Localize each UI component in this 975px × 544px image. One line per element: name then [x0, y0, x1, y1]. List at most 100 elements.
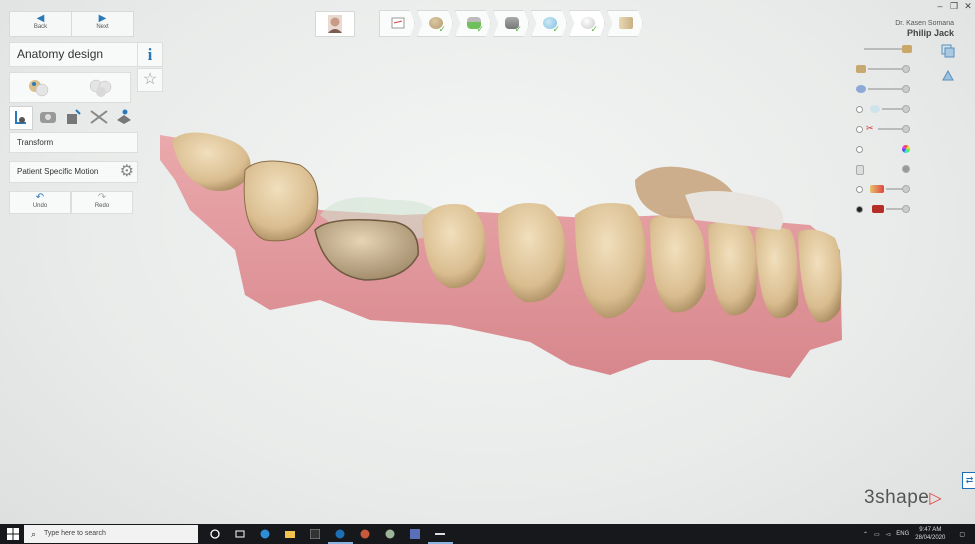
- slider-cutter[interactable]: ✂: [856, 123, 912, 134]
- windows-taskbar: ⌕ Type here to search ⌃ ▭ ◅ ENG 9:47 AM …: [0, 524, 975, 544]
- back-label: Back: [33, 24, 48, 30]
- psm-label: Patient Specific Motion: [17, 167, 99, 176]
- restore-button[interactable]: ❐: [947, 0, 961, 12]
- slider-scan[interactable]: [856, 84, 912, 94]
- favorite-star-icon[interactable]: ☆: [137, 68, 163, 92]
- redo-label: Redo: [94, 203, 110, 209]
- radio-button[interactable]: [856, 106, 863, 113]
- folder-icon: [285, 531, 295, 538]
- slider-die[interactable]: [856, 64, 912, 74]
- info-button[interactable]: i: [137, 42, 163, 67]
- restoration-icon: [870, 185, 884, 193]
- transform-tool[interactable]: [9, 106, 33, 130]
- gear-icon[interactable]: ⚙: [120, 164, 134, 180]
- slider-gingiva[interactable]: [856, 164, 912, 175]
- 3shape-taskbar-icon: [435, 533, 445, 535]
- connector-tool[interactable]: [88, 106, 110, 128]
- multi-crown-tool-icon[interactable]: [88, 78, 114, 98]
- slider-knob[interactable]: [902, 165, 910, 173]
- slider-knob[interactable]: [902, 125, 910, 133]
- redo-button[interactable]: ↷ Redo: [71, 191, 133, 214]
- check-icon: ✓: [438, 24, 446, 34]
- doctor-name: Dr. Kasen Somana: [895, 20, 954, 27]
- output-icon: [619, 17, 633, 29]
- preop-icon: [870, 105, 880, 113]
- app-blue-icon: [410, 529, 420, 539]
- sculpt-tool[interactable]: [37, 106, 59, 128]
- arrow-left-icon: ◀: [36, 13, 45, 24]
- check-icon: ✓: [552, 24, 560, 34]
- network-icon[interactable]: ▭: [874, 531, 880, 538]
- volume-icon[interactable]: ◅: [886, 531, 891, 538]
- slider-knob[interactable]: [902, 205, 910, 213]
- task-view-button[interactable]: [228, 524, 253, 544]
- system-tray: ⌃ ▭ ◅ ENG 9:47 AM 28/04/2020 ▢: [863, 524, 971, 544]
- single-crown-tool-icon[interactable]: [26, 78, 52, 98]
- undo-button[interactable]: ↶ Undo: [9, 191, 71, 214]
- clock-date: 28/04/2020: [915, 535, 946, 541]
- next-button[interactable]: ▶ Next: [71, 11, 134, 37]
- sculpt-icon: [39, 112, 56, 123]
- task-view-icon: [235, 530, 245, 538]
- notification-icon[interactable]: ▢: [959, 531, 965, 538]
- app-9[interactable]: [403, 524, 428, 544]
- step-preparation[interactable]: ✓: [417, 10, 453, 37]
- slider-preop[interactable]: [856, 104, 912, 114]
- cortana-button[interactable]: [203, 524, 228, 544]
- tool-row: [9, 106, 135, 131]
- slider-knob[interactable]: [902, 185, 910, 193]
- explorer-app[interactable]: [278, 524, 303, 544]
- slider-crown[interactable]: [856, 204, 912, 214]
- step-insertion-direction[interactable]: ✓: [493, 10, 529, 37]
- patient-avatar-button[interactable]: [315, 11, 355, 37]
- smooth-icon: [117, 109, 131, 124]
- transform-label[interactable]: Transform: [9, 132, 138, 153]
- edge-app[interactable]: [253, 524, 278, 544]
- brand-logo-text: 3shape: [864, 487, 930, 508]
- app-7[interactable]: [353, 524, 378, 544]
- redo-icon: ↷: [97, 192, 107, 203]
- patient-specific-motion-bar[interactable]: Patient Specific Motion ⚙: [9, 161, 138, 183]
- color-wheel-icon[interactable]: [902, 145, 910, 153]
- next-label: Next: [96, 24, 109, 30]
- step-die-settings[interactable]: ✓: [531, 10, 567, 37]
- crown-icon: [872, 205, 884, 213]
- chevron-up-icon[interactable]: ⌃: [863, 531, 868, 538]
- app-grid-icon: [310, 529, 320, 539]
- step-margin-line[interactable]: ✓: [455, 10, 491, 37]
- slider-knob[interactable]: [902, 105, 910, 113]
- smooth-tool[interactable]: [113, 106, 135, 128]
- 3shape-app[interactable]: [428, 524, 453, 544]
- antagonist-icon: [902, 45, 912, 53]
- step-order-form[interactable]: [379, 10, 415, 37]
- scan-view-icon[interactable]: [941, 68, 955, 82]
- copy-view-icon[interactable]: [941, 44, 955, 58]
- patient-face-icon: [328, 15, 342, 33]
- windows-start-icon[interactable]: [7, 528, 19, 540]
- app-5[interactable]: [303, 524, 328, 544]
- app-8[interactable]: [378, 524, 403, 544]
- scan-icon: [856, 85, 866, 93]
- clock[interactable]: 9:47 AM 28/04/2020: [915, 526, 945, 542]
- taskbar-search-input[interactable]: ⌕ Type here to search: [24, 525, 198, 543]
- dental-3d-viewport[interactable]: [150, 120, 860, 390]
- teamviewer-taskbar-icon: [335, 529, 345, 539]
- step-output[interactable]: [607, 10, 643, 37]
- slider-restoration[interactable]: [856, 184, 912, 194]
- slider-antagonist[interactable]: [856, 44, 912, 54]
- slider-knob[interactable]: [902, 85, 910, 93]
- minimize-button[interactable]: –: [933, 0, 947, 12]
- morph-tool[interactable]: [62, 106, 84, 128]
- language-indicator[interactable]: ENG: [896, 531, 909, 537]
- teamviewer-app[interactable]: [328, 524, 353, 544]
- close-button[interactable]: ✕: [961, 0, 975, 12]
- step-anatomy-design[interactable]: ✓: [569, 10, 605, 37]
- teamviewer-icon[interactable]: ⇄: [962, 472, 975, 489]
- transform-icon: [15, 111, 26, 124]
- check-icon: ✓: [590, 24, 598, 34]
- cortana-circle-icon: [210, 529, 220, 539]
- die-icon: [856, 65, 866, 73]
- slider-knob[interactable]: [902, 65, 910, 73]
- slider-color[interactable]: [856, 144, 912, 154]
- back-button[interactable]: ◀ Back: [9, 11, 72, 37]
